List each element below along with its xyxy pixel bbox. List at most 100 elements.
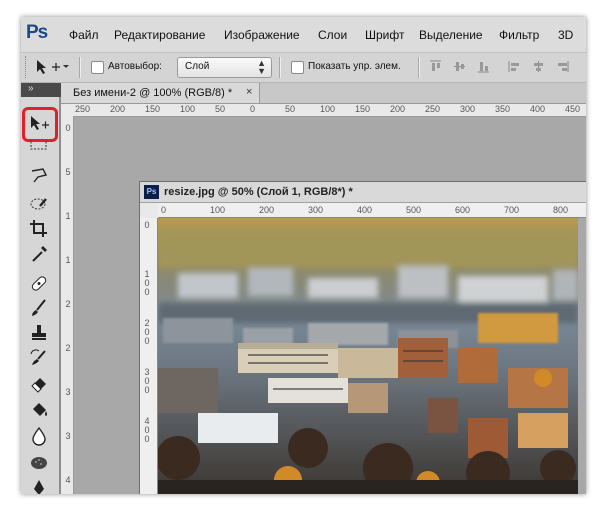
menu-image[interactable]: Изображение — [224, 28, 300, 42]
align-right-icon[interactable] — [556, 60, 569, 73]
dropdown-arrows-icon: ▲ ▼ — [257, 58, 266, 76]
move-tool-preset-icon[interactable] — [35, 59, 69, 75]
ruler-tick-label: 0 — [144, 220, 150, 230]
ruler-tick-label: 100 — [210, 205, 226, 215]
marquee-tool[interactable] — [28, 138, 50, 163]
pen-tool[interactable] — [28, 477, 50, 494]
ruler-tick-label: 400 — [144, 416, 150, 444]
city-photo — [158, 218, 578, 494]
history-brush-icon — [30, 349, 46, 365]
menu-select[interactable]: Выделение — [419, 28, 483, 42]
horizontal-ruler[interactable]: 250 200 150 100 50 0 50 100 150 200 250 300 350 400 45… — [61, 104, 586, 117]
tab-untitled-2[interactable]: Без имени-2 @ 100% (RGB/8) * × — [61, 83, 260, 103]
menu-layer[interactable]: Слои — [318, 28, 347, 42]
history-brush-tool[interactable] — [28, 347, 50, 369]
paint-bucket-tool[interactable] — [28, 399, 50, 421]
quick-selection-tool[interactable] — [28, 193, 50, 215]
align-vcenter-icon[interactable] — [453, 60, 466, 73]
crop-tool[interactable] — [28, 218, 50, 240]
document-tab-bar: Без имени-2 @ 100% (RGB/8) * × — [61, 83, 586, 104]
healing-brush-tool[interactable] — [28, 272, 50, 294]
ruler-tick-label: 600 — [455, 205, 471, 215]
separator — [418, 57, 420, 78]
sponge-icon — [31, 457, 47, 469]
ruler-tick-label: 0 — [65, 123, 71, 133]
ruler-tick-label: 0 — [250, 104, 256, 114]
menu-filter[interactable]: Фильтр — [499, 28, 539, 42]
separator — [279, 57, 281, 78]
menu-edit[interactable]: Редактирование — [114, 28, 205, 42]
lasso-icon — [31, 168, 48, 183]
ruler-tick-label: 450 — [565, 104, 581, 114]
quick-selection-icon — [30, 198, 47, 210]
ruler-tick-label: 800 — [553, 205, 569, 215]
menu-3d[interactable]: 3D — [558, 28, 573, 42]
document-horizontal-ruler[interactable]: 0 100 200 300 400 500 600 700 800 — [158, 203, 586, 218]
blur-tool[interactable] — [28, 425, 50, 447]
show-transform-controls-checkbox[interactable] — [291, 61, 304, 74]
blur-drop-icon — [32, 426, 46, 446]
vertical-ruler[interactable]: 0 5 1 1 2 2 3 3 4 — [61, 116, 74, 494]
ruler-tick-label: 5 — [65, 167, 71, 177]
ruler-tick-label: 200 — [144, 318, 150, 346]
align-left-icon[interactable] — [508, 60, 521, 73]
options-bar: Автовыбор: Слой ▲ ▼ Показать упр. элем. — [21, 53, 586, 83]
bandage-icon — [31, 276, 47, 291]
ruler-tick-label: 2 — [65, 343, 71, 353]
ruler-tick-label: 300 — [144, 367, 150, 395]
canvas-background — [578, 218, 586, 494]
menu-file[interactable]: Файл — [69, 28, 99, 42]
app-logo: Ps — [26, 22, 48, 43]
ruler-tick-label: 250 — [425, 104, 441, 114]
menu-type[interactable]: Шрифт — [365, 28, 404, 42]
ps-doc-icon: Ps — [144, 185, 159, 199]
stamp-icon — [32, 325, 46, 340]
separator — [79, 57, 81, 78]
document-vertical-ruler[interactable]: 0 100 200 300 400 — [140, 218, 158, 494]
brush-tool[interactable] — [28, 297, 50, 319]
autoselect-value: Слой — [185, 61, 210, 72]
ruler-tick-label: 350 — [495, 104, 511, 114]
show-transform-controls-label: Показать упр. элем. — [308, 61, 401, 72]
ruler-tick-label: 100 — [180, 104, 196, 114]
eyedropper-icon — [32, 246, 47, 262]
ruler-tick-label: 250 — [75, 104, 91, 114]
ruler-tick-label: 400 — [530, 104, 546, 114]
lasso-tool[interactable] — [28, 165, 50, 187]
toolbox-header[interactable]: » — [21, 83, 61, 97]
ruler-tick-label: 3 — [65, 431, 71, 441]
brush-icon — [32, 299, 46, 316]
ruler-tick-label: 200 — [110, 104, 126, 114]
tab-close-icon[interactable]: × — [246, 86, 252, 98]
eraser-tool[interactable] — [28, 372, 50, 394]
autoselect-dropdown[interactable]: Слой ▲ ▼ — [177, 57, 272, 78]
clone-stamp-tool[interactable] — [28, 322, 50, 344]
canvas-image[interactable] — [158, 218, 578, 494]
ruler-tick-label: 400 — [357, 205, 373, 215]
paint-bucket-icon — [33, 403, 47, 416]
align-top-icon[interactable] — [429, 60, 442, 73]
ruler-tick-label: 100 — [144, 269, 150, 297]
ruler-tick-label: 50 — [215, 104, 226, 114]
align-bottom-icon[interactable] — [477, 60, 490, 73]
move-tool-highlight — [22, 107, 58, 142]
dodge-tool[interactable] — [28, 451, 50, 473]
pen-icon — [34, 480, 44, 494]
collapse-toolbox-icon[interactable]: » — [28, 83, 34, 94]
document-title-bar[interactable]: Ps resize.jpg @ 50% (Слой 1, RGB/8*) * — [140, 182, 586, 203]
document-title: resize.jpg @ 50% (Слой 1, RGB/8*) * — [164, 186, 353, 198]
ruler-tick-label: 300 — [308, 205, 324, 215]
ruler-tick-label: 4 — [65, 475, 71, 485]
toolbox — [21, 97, 61, 494]
options-grip[interactable] — [25, 56, 29, 78]
document-window[interactable]: Ps resize.jpg @ 50% (Слой 1, RGB/8*) * 0… — [139, 181, 586, 494]
align-hcenter-icon[interactable] — [532, 60, 545, 73]
tab-title: Без имени-2 @ 100% (RGB/8) * — [73, 87, 233, 99]
ruler-tick-label: 50 — [285, 104, 296, 114]
menu-bar: Ps Файл Редактирование Изображение Слои … — [21, 17, 586, 53]
ruler-tick-label: 1 — [65, 255, 71, 265]
eyedropper-tool[interactable] — [28, 243, 50, 265]
ruler-tick-label: 200 — [259, 205, 275, 215]
move-tool[interactable] — [22, 107, 58, 142]
autoselect-checkbox[interactable] — [91, 61, 104, 74]
